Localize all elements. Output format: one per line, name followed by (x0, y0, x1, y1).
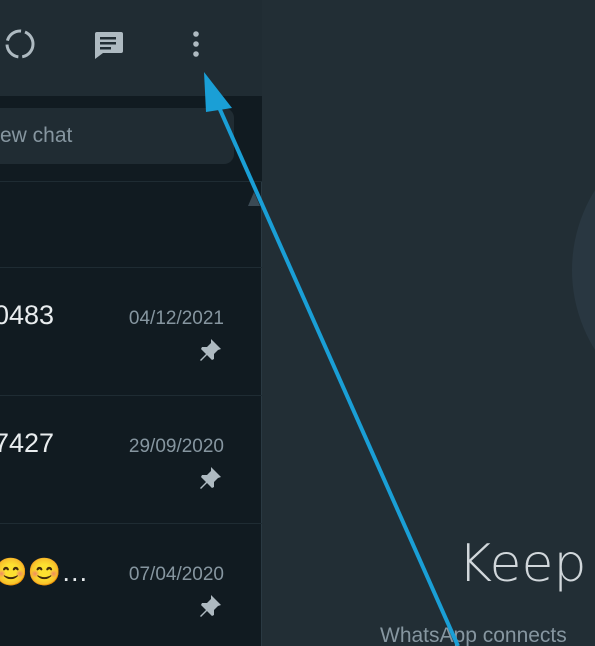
chat-list-item[interactable]: 0483 04/12/2021 (0, 268, 262, 396)
chat-date: 07/04/2020 (128, 564, 224, 585)
pin-icon (200, 467, 221, 489)
status-icon (5, 29, 35, 59)
menu-icon (193, 31, 199, 57)
intro-title: Keep y (458, 534, 595, 594)
pin-icon (200, 595, 221, 617)
chat-name: 😊😊… (0, 557, 89, 587)
intro-illustration (572, 120, 595, 420)
new-chat-button[interactable] (88, 22, 128, 66)
whatsapp-window: ew chat 0483 04/12/2021 7427 29/09/2020 … (0, 0, 595, 646)
chat-date: 04/12/2021 (128, 308, 224, 329)
intro-subtitle: WhatsApp connects (380, 624, 567, 646)
sidebar-header (0, 0, 262, 96)
archived-row[interactable] (0, 182, 262, 268)
chat-name: 7427 (0, 428, 55, 458)
chat-name: 0483 (0, 300, 55, 330)
chat-list-item[interactable]: 😊😊… 07/04/2020 (0, 524, 262, 646)
new-chat-icon (95, 32, 123, 59)
menu-button[interactable] (176, 22, 216, 66)
search-input[interactable]: ew chat (0, 108, 234, 164)
intro-panel: Keep y WhatsApp connects (262, 0, 595, 646)
pin-icon (200, 339, 221, 361)
chat-list-item[interactable]: 7427 29/09/2020 (0, 396, 262, 524)
search-placeholder: ew chat (0, 124, 73, 147)
chat-sidebar: ew chat 0483 04/12/2021 7427 29/09/2020 … (0, 0, 262, 646)
status-button[interactable] (0, 22, 40, 66)
chat-date: 29/09/2020 (128, 436, 224, 457)
search-area: ew chat (0, 96, 262, 182)
